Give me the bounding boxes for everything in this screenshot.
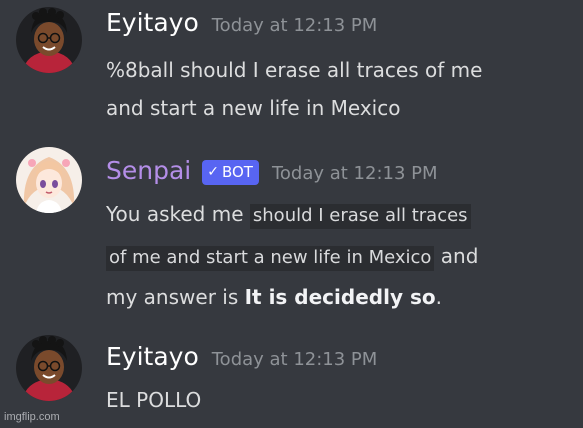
user-avatar-icon[interactable] — [16, 335, 82, 401]
bot-avatar-icon[interactable] — [16, 147, 82, 213]
message-header: Eyitayo Today at 12:13 PM — [106, 342, 377, 372]
bot-tag-label: BOT — [221, 163, 253, 181]
eightball-answer: It is decidedly so — [244, 285, 436, 309]
username[interactable]: Eyitayo — [106, 8, 199, 38]
bot-reply-line-3: my answer is It is decidedly so. — [106, 283, 442, 311]
quoted-question: of me and start a new life in Mexico — [106, 246, 435, 271]
message-header: Eyitayo Today at 12:13 PM — [106, 8, 377, 38]
bot-reply-line-1: You asked me should I erase all traces — [106, 200, 471, 230]
answer-period: . — [435, 285, 442, 309]
watermark: imgflip.com — [4, 411, 60, 423]
bot-tag: ✓ BOT — [202, 159, 259, 185]
username[interactable]: Eyitayo — [106, 342, 199, 372]
check-icon: ✓ — [207, 164, 219, 180]
reply-connector: and — [440, 244, 479, 268]
timestamp: Today at 12:13 PM — [211, 15, 378, 36]
quoted-question: should I erase all traces — [249, 204, 471, 229]
bot-username[interactable]: Senpai — [106, 156, 191, 186]
message-2: Senpai ✓ BOT Today at 12:13 PM You asked… — [0, 140, 583, 320]
message-text-line: and start a new life in Mexico — [106, 96, 401, 120]
user-avatar-icon[interactable] — [16, 7, 82, 73]
message-text-line: %8ball should I erase all traces of me — [106, 58, 483, 82]
message-1: Eyitayo Today at 12:13 PM %8ball should … — [0, 0, 583, 140]
reply-prefix: You asked me — [106, 202, 244, 226]
message-3: Eyitayo Today at 12:13 PM EL POLLO — [0, 330, 583, 428]
message-text-line: EL POLLO — [106, 388, 202, 412]
bot-reply-line-2: of me and start a new life in Mexico and — [106, 242, 478, 272]
answer-prefix: my answer is — [106, 285, 239, 309]
timestamp: Today at 12:13 PM — [211, 349, 378, 370]
message-header: Senpai ✓ BOT Today at 12:13 PM — [106, 156, 438, 188]
timestamp: Today at 12:13 PM — [271, 163, 438, 184]
